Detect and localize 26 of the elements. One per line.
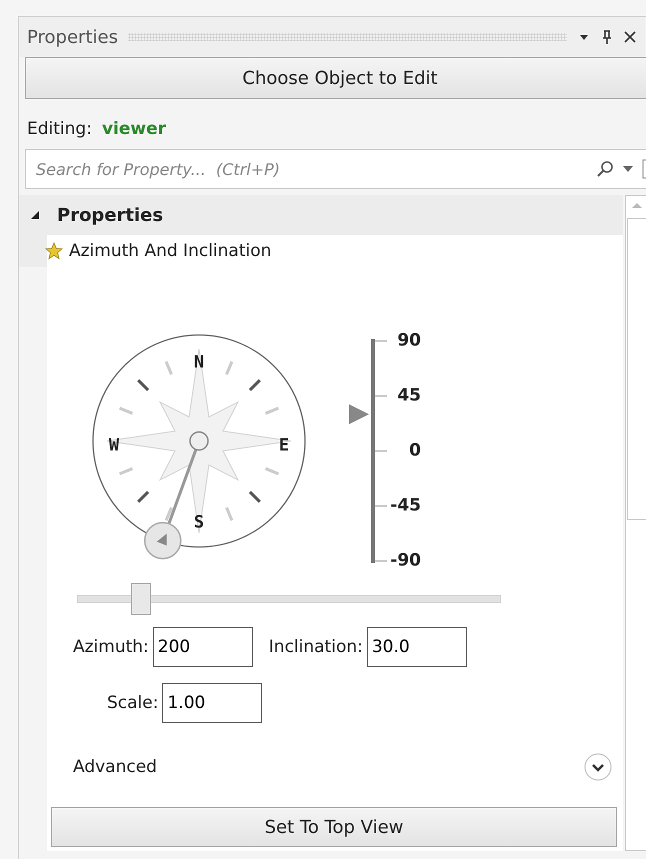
property-name: Azimuth And Inclination (69, 241, 272, 261)
editing-value: viewer (102, 119, 166, 139)
choose-object-button[interactable]: Choose Object to Edit (25, 57, 646, 99)
field-label: Scale: (107, 693, 158, 713)
compass-letter: E (278, 436, 290, 456)
value-field[interactable]: 1.00 (162, 683, 262, 723)
compass-letter: S (194, 512, 204, 533)
scale-label: 45 (397, 386, 421, 406)
scale-label: -45 (390, 496, 421, 516)
scale-label: 0 (409, 440, 421, 461)
editing-label: Editing: (27, 119, 92, 139)
value-field[interactable]: 30.0 (366, 627, 467, 667)
set-top-view-button[interactable]: Set To Top View (51, 807, 617, 847)
compass-letter: W (108, 436, 120, 456)
value-field[interactable]: 200 (152, 627, 253, 667)
field-label: Inclination: (268, 637, 363, 657)
search-bar[interactable]: Search for Property... (Ctrl+P) (25, 149, 646, 189)
compass-letter: N (194, 352, 204, 373)
category-header[interactable]: Properties (19, 195, 623, 235)
scale-label: 90 (397, 330, 421, 351)
advanced-label: Advanced (73, 757, 157, 777)
panel-title: Properties (27, 26, 118, 48)
scale-label: -90 (390, 550, 421, 571)
inclination-scale[interactable]: 90 45 0 -45 -90 (343, 329, 443, 579)
search-field[interactable]: Search for Property... (Ctrl+P) (34, 158, 588, 180)
field-label: Azimuth: (73, 637, 149, 657)
